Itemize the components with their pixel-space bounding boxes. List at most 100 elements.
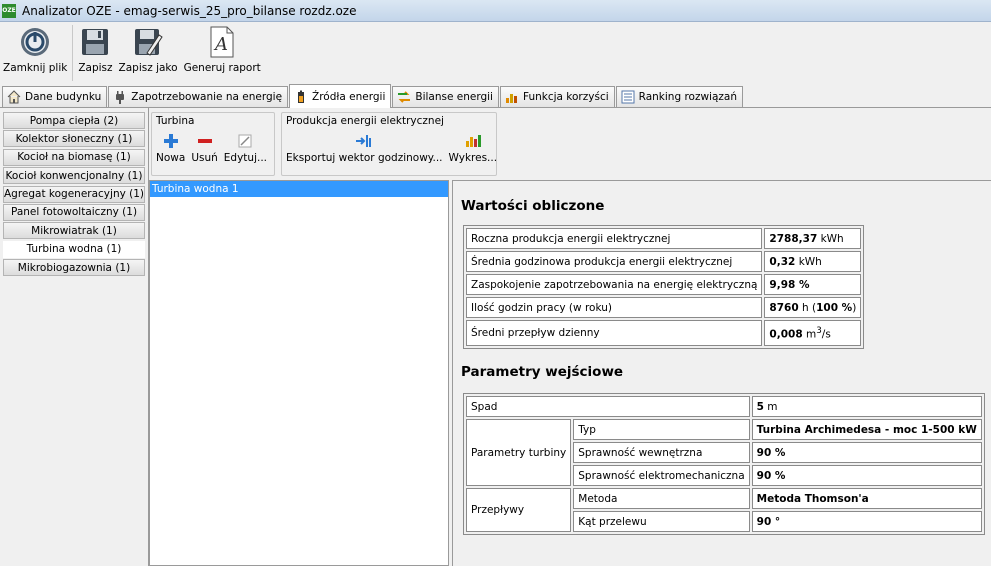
computed-label: Zaspokojenie zapotrzebowania na energię … xyxy=(466,274,763,295)
export-vector-button[interactable]: Eksportuj wektor godzinowy... xyxy=(286,132,443,164)
source-agregat-kogeneracyjny[interactable]: Agregat kogeneracyjny (1) xyxy=(3,185,145,203)
turbine-group: Turbina Nowa Usuń Edytuj... xyxy=(151,112,275,176)
edit-turbine-button[interactable]: Edytuj... xyxy=(224,132,267,164)
computed-label: Średnia godzinowa produkcja energii elek… xyxy=(466,251,763,272)
param-value: Metoda Thomson'a xyxy=(751,488,982,509)
unit: kWh xyxy=(820,232,844,245)
title-bar: OZE Analizator OZE - emag-serwis_25_pro_… xyxy=(0,0,991,22)
results-panel: Wartości obliczone Roczna produkcja ener… xyxy=(452,180,991,566)
export-icon xyxy=(355,132,373,150)
floppy-disk-icon xyxy=(79,25,111,59)
delete-label: Usuń xyxy=(191,152,218,164)
computed-value: 0,008 m3/s xyxy=(764,320,862,346)
table-row: Spad 5 m xyxy=(466,396,982,417)
extra-value: 100 % xyxy=(816,301,853,314)
computed-label: Ilość godzin pracy (w roku) xyxy=(466,297,763,318)
unit: m xyxy=(767,400,778,413)
table-row: Roczna produkcja energii elektrycznej 27… xyxy=(466,228,862,249)
source-turbina-wodna[interactable]: Turbina wodna (1) xyxy=(3,240,145,258)
param-value: 90 % xyxy=(751,442,982,463)
param-label: Sprawność wewnętrzna xyxy=(573,442,750,463)
unit: kWh xyxy=(798,255,822,268)
tab-label: Dane budynku xyxy=(25,91,102,103)
svg-text:A: A xyxy=(213,34,228,55)
exchange-icon xyxy=(397,90,411,104)
source-kociol-konwencjonalny[interactable]: Kocioł konwencjonalny (1) xyxy=(3,167,145,185)
chart-icon xyxy=(505,90,519,104)
source-kolektor-sloneczny[interactable]: Kolektor słoneczny (1) xyxy=(3,130,145,148)
pencil-icon xyxy=(236,132,254,150)
table-row: Przepływy Metoda Metoda Thomson'a xyxy=(466,488,982,532)
app-icon: OZE xyxy=(2,3,16,18)
table-row: Średnia godzinowa produkcja energii elek… xyxy=(466,251,862,272)
turbine-params-label: Parametry turbiny xyxy=(466,419,572,486)
export-label: Eksportuj wektor godzinowy... xyxy=(286,152,443,164)
param-value: 90 % xyxy=(751,465,982,486)
source-mikrobiogazownia[interactable]: Mikrobiogazownia (1) xyxy=(3,259,145,277)
floppy-pencil-icon xyxy=(132,25,164,59)
computed-title: Wartości obliczone xyxy=(461,198,605,214)
param-value: Turbina Archimedesa - moc 1-500 kW xyxy=(751,419,982,440)
close-file-label: Zamknij plik xyxy=(3,62,68,74)
source-panel-fotowoltaiczny[interactable]: Panel fotowoltaiczny (1) xyxy=(3,203,145,221)
inputs-title: Parametry wejściowe xyxy=(461,364,624,380)
param-label: Kąt przelewu xyxy=(573,511,750,532)
tab-dane-budynku[interactable]: Dane budynku xyxy=(2,86,108,107)
computed-label: Roczna produkcja energii elektrycznej xyxy=(466,228,763,249)
toolbar-separator xyxy=(72,25,74,81)
close-file-button[interactable]: Zamknij plik xyxy=(0,25,70,74)
chart-icon xyxy=(464,132,482,150)
energy-source-nav: Pompa ciepła (2) Kolektor słoneczny (1) … xyxy=(0,108,149,566)
tab-funkcja-korzysci[interactable]: Funkcja korzyści xyxy=(499,86,615,107)
computed-value: 9,98 % xyxy=(764,274,862,295)
minus-icon xyxy=(196,132,214,150)
save-as-button[interactable]: Zapisz jako xyxy=(116,25,181,74)
tab-zrodla-energii[interactable]: Źródła energii xyxy=(289,84,392,108)
chart-button[interactable]: Wykres... xyxy=(448,132,498,164)
main-tabs: Dane budynku Zapotrzebowanie na energię … xyxy=(0,84,991,108)
battery-icon xyxy=(294,90,308,104)
house-icon xyxy=(7,90,21,104)
param-label: Typ xyxy=(573,419,750,440)
unit: m xyxy=(805,328,817,341)
production-group: Produkcja energii elektrycznej Eksportuj… xyxy=(281,112,497,176)
source-mikrowiatrak[interactable]: Mikrowiatrak (1) xyxy=(3,222,145,240)
power-icon xyxy=(19,25,51,59)
table-row: Parametry turbiny Typ Turbina Archimedes… xyxy=(466,419,982,486)
turbine-group-title: Turbina xyxy=(156,115,195,127)
computed-table: Roczna produkcja energii elektrycznej 27… xyxy=(463,225,865,349)
new-turbine-button[interactable]: Nowa xyxy=(156,132,185,164)
param-label: Metoda xyxy=(573,488,750,509)
generate-report-button[interactable]: A Generuj raport xyxy=(181,25,264,74)
table-row: Średni przepływ dzienny 0,008 m3/s xyxy=(466,320,862,346)
plus-icon xyxy=(162,132,180,150)
tab-label: Ranking rozwiązań xyxy=(638,91,738,103)
spad-label: Spad xyxy=(466,396,750,417)
value: 0,32 xyxy=(769,255,796,268)
source-pompa-ciepla[interactable]: Pompa ciepła (2) xyxy=(3,112,145,129)
tab-ranking-rozwiazan[interactable]: Ranking rozwiązań xyxy=(615,86,744,107)
turbine-list: Turbina wodna 1 xyxy=(149,180,449,566)
main-toolbar: Zamknij plik Zapisz Zapisz jako A Generu… xyxy=(0,22,991,84)
unit-suffix: /s xyxy=(821,328,831,341)
param-value: 90 ° xyxy=(751,511,982,532)
computed-label: Średni przepływ dzienny xyxy=(466,320,763,346)
computed-value: 2788,37 kWh xyxy=(764,228,862,249)
tab-zapotrzebowanie[interactable]: Zapotrzebowanie na energię xyxy=(108,86,289,107)
list-item[interactable]: Turbina wodna 1 xyxy=(150,181,448,197)
paren-close: ) xyxy=(852,301,857,314)
new-label: Nowa xyxy=(156,152,186,164)
chart-label: Wykres... xyxy=(448,152,498,164)
tab-bilanse-energii[interactable]: Bilanse energii xyxy=(392,86,499,107)
computed-value: 0,32 kWh xyxy=(764,251,862,272)
table-row: Ilość godzin pracy (w roku) 8760 h (100 … xyxy=(466,297,862,318)
delete-turbine-button[interactable]: Usuń xyxy=(191,132,218,164)
document-icon: A xyxy=(206,25,238,59)
save-label: Zapisz xyxy=(78,62,113,74)
tab-label: Źródła energii xyxy=(312,90,386,103)
source-kociol-biomasa[interactable]: Kocioł na biomasę (1) xyxy=(3,148,145,166)
list-icon xyxy=(621,90,635,104)
value: 8760 xyxy=(769,301,799,314)
save-button[interactable]: Zapisz xyxy=(75,25,115,74)
tab-label: Funkcja korzyści xyxy=(522,91,609,103)
